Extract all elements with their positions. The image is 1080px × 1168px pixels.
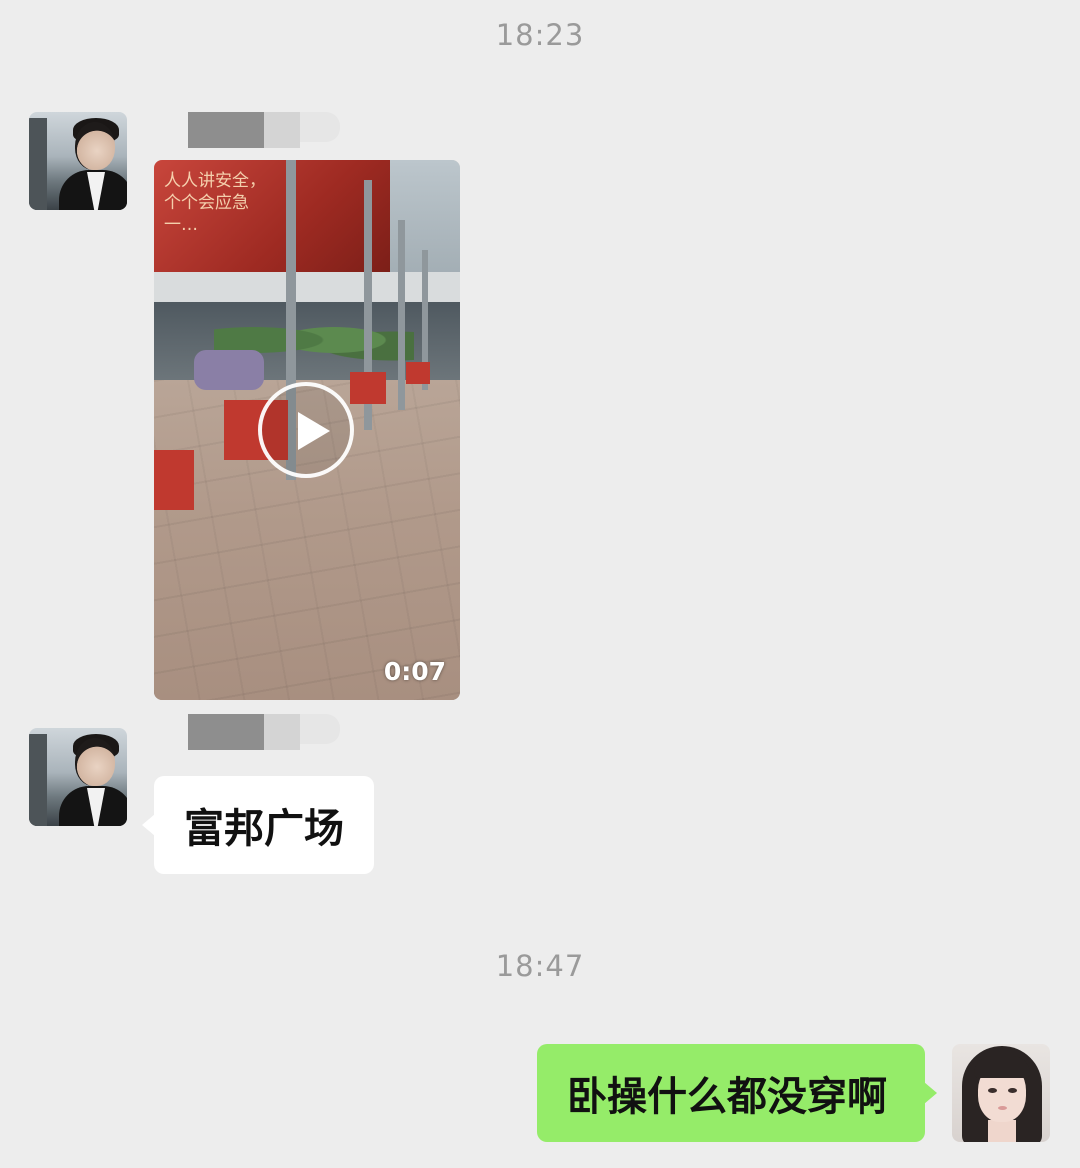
sender-name-redacted [188, 714, 340, 750]
contact-avatar[interactable] [29, 728, 127, 826]
timestamp: 18:47 [495, 949, 585, 983]
sender-name-redacted [188, 112, 340, 148]
timestamp: 18:23 [495, 18, 585, 52]
video-duration: 0:07 [383, 657, 446, 686]
my-avatar[interactable] [952, 1044, 1050, 1142]
contact-avatar[interactable] [29, 112, 127, 210]
video-thumbnail-billboard: 人人讲安全， 个个会应急 一… [154, 160, 390, 272]
outgoing-message-bubble[interactable]: 卧操什么都没穿啊 [537, 1044, 937, 1142]
play-icon[interactable] [258, 382, 354, 478]
video-message[interactable]: 人人讲安全， 个个会应急 一… 0:07 [154, 160, 460, 700]
incoming-message-bubble[interactable]: 富邦广场 [142, 776, 374, 874]
